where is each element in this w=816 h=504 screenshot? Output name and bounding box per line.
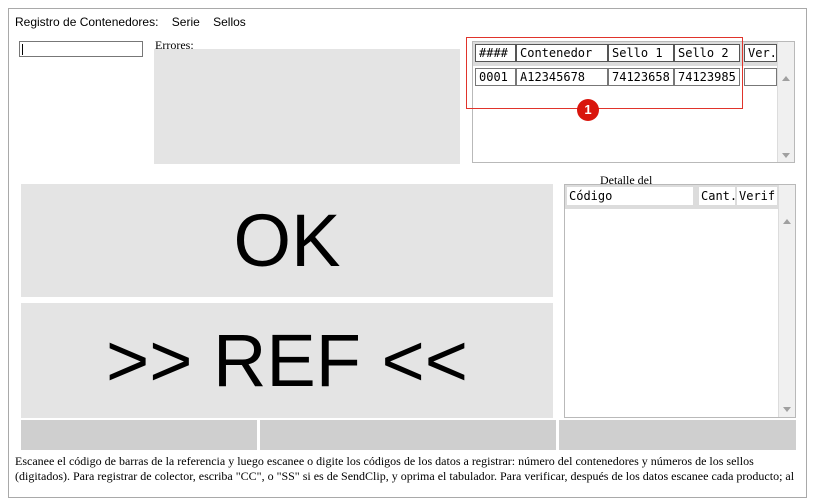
annotation-badge: 1 (577, 99, 599, 121)
grid-header-verify[interactable]: Ver. (744, 44, 777, 62)
annotation-highlight (466, 37, 743, 109)
status-bar-segment-1 (21, 420, 257, 450)
status-bar-segment-2 (260, 420, 556, 450)
detail-scrollbar[interactable] (778, 185, 795, 417)
detail-header-row: Código Cant. Verif. (565, 185, 779, 209)
status-bar-segment-3 (559, 420, 796, 450)
detail-grid[interactable]: Código Cant. Verif. (564, 184, 796, 418)
ok-status-panel: OK (21, 184, 553, 297)
grid-cell-verify[interactable] (744, 68, 777, 86)
scroll-up-icon[interactable] (783, 219, 791, 224)
text-caret (22, 44, 23, 55)
detail-header-qty[interactable]: Cant. (699, 187, 735, 205)
detail-header-verify[interactable]: Verif. (737, 187, 777, 205)
errors-panel (154, 49, 460, 164)
scroll-up-icon[interactable] (782, 76, 790, 81)
scroll-down-icon[interactable] (783, 407, 791, 412)
page-title: Registro de Contenedores: (15, 15, 159, 29)
serie-label[interactable]: Serie (172, 15, 200, 29)
ref-status-panel: >> REF << (21, 303, 553, 418)
app-window: Registro de Contenedores: Serie Sellos E… (8, 8, 807, 498)
grid-scrollbar[interactable] (777, 42, 794, 162)
header-bar: Registro de Contenedores: Serie Sellos (15, 15, 256, 29)
scan-input[interactable] (19, 41, 143, 57)
instructions-text: Escanee el código de barras de la refere… (15, 454, 795, 483)
scroll-down-icon[interactable] (782, 153, 790, 158)
detail-header-code[interactable]: Código (567, 187, 693, 205)
sellos-label[interactable]: Sellos (213, 15, 246, 29)
